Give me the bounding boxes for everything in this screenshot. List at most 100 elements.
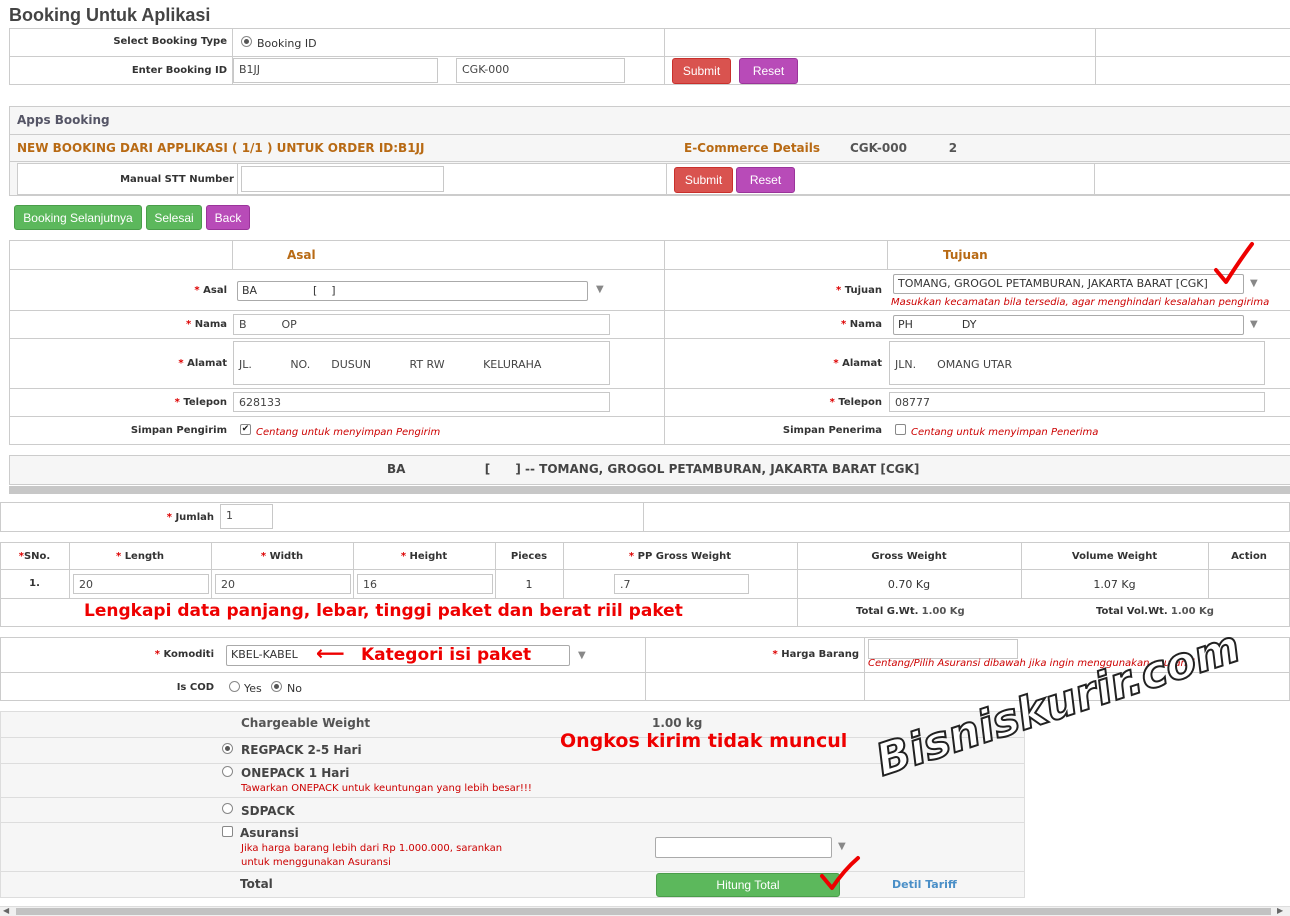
divider (237, 163, 238, 195)
divider (9, 388, 1290, 389)
selesai-button[interactable]: Selesai (146, 205, 202, 230)
divider (1095, 28, 1096, 85)
manual-stt-input[interactable] (241, 166, 444, 192)
cod-no-radio[interactable] (271, 681, 282, 692)
length-input[interactable]: 20 (73, 574, 209, 594)
divider (664, 28, 665, 85)
jumlah-input[interactable]: 1 (220, 504, 273, 529)
tujuan-telepon-label: * Telepon (829, 397, 882, 408)
stt-reset-button[interactable]: Reset (736, 167, 795, 193)
height-input[interactable]: 16 (357, 574, 493, 594)
asal-nama-label: * Nama (185, 319, 227, 330)
asal-label: * Asal (194, 285, 227, 296)
onepack-radio[interactable] (222, 766, 233, 777)
onepack-label: ONEPACK 1 Hari (241, 766, 350, 780)
booking-id-input[interactable]: B1JJ (233, 58, 438, 83)
annotation-ongkos: Ongkos kirim tidak muncul (560, 730, 848, 752)
cod-yes-radio[interactable] (229, 681, 240, 692)
asal-alamat-input[interactable]: JL. NO. DUSUN RT RW KELURAHA (233, 341, 610, 385)
asal-select[interactable]: BA [ ] (237, 281, 588, 301)
asuransi-checkbox[interactable] (222, 826, 233, 837)
asal-nama-input[interactable]: B OP (233, 314, 610, 335)
chevron-down-icon[interactable]: ▼ (578, 650, 586, 661)
divider (864, 637, 865, 701)
tujuan-nama-select[interactable]: PH DY (893, 315, 1244, 335)
scroll-left-arrow-icon[interactable]: ◀ (3, 906, 9, 915)
th-width: * Width (260, 551, 304, 562)
scroll-right-arrow-icon[interactable]: ▶ (1277, 906, 1283, 915)
chevron-down-icon[interactable]: ▼ (838, 841, 846, 852)
route-text: BA [ ] -- TOMANG, GROGOL PETAMBURAN, JAK… (387, 462, 920, 476)
booking-selanjutnya-button[interactable]: Booking Selanjutnya (14, 205, 142, 230)
divider (9, 338, 1290, 339)
asuransi-hint-2: untuk menggunakan Asuransi (241, 857, 391, 868)
harga-barang-input[interactable] (868, 639, 1018, 659)
asuransi-label: Asuransi (240, 826, 299, 840)
detil-tariff-link[interactable]: Detil Tariff (892, 878, 957, 891)
simpan-pengirim-note: Centang untuk menyimpan Pengirim (256, 427, 441, 438)
pieces-value: 1 (525, 578, 533, 591)
scrollbar-thumb[interactable] (16, 908, 1271, 915)
apps-booking-title: Apps Booking (17, 113, 110, 127)
cod-no-label: No (287, 682, 302, 695)
scrollbar-horizontal[interactable] (9, 486, 1290, 494)
tujuan-telepon-input[interactable]: 08777 (889, 392, 1265, 412)
simpan-penerima-checkbox[interactable] (895, 424, 906, 435)
asal-telepon-input[interactable]: 628133 (233, 392, 610, 412)
asal-alamat-label: * Alamat (178, 358, 227, 369)
booking-id-option-label: Booking ID (257, 37, 317, 50)
tujuan-alamat-input[interactable]: JLN. OMANG UTAR (889, 341, 1265, 385)
divider (664, 240, 665, 445)
tujuan-header: Tujuan (943, 248, 988, 262)
divider (643, 502, 644, 532)
chevron-down-icon[interactable]: ▼ (1250, 319, 1258, 330)
komoditi-label: * Komoditi (154, 649, 214, 660)
divider (1094, 163, 1095, 195)
stt-submit-button[interactable]: Submit (674, 167, 733, 193)
hitung-total-button[interactable]: Hitung Total (656, 873, 840, 897)
is-cod-label: Is COD (176, 682, 214, 693)
onepack-hint: Tawarkan ONEPACK untuk keuntungan yang l… (241, 783, 532, 794)
chargeable-weight-value: 1.00 kg (652, 716, 703, 730)
divider (0, 871, 1025, 872)
divider (232, 240, 233, 270)
width-input[interactable]: 20 (215, 574, 351, 594)
reset-button[interactable]: Reset (739, 58, 798, 84)
simpan-penerima-label: Simpan Penerima (782, 425, 882, 436)
asuransi-select[interactable] (655, 837, 832, 858)
simpan-pengirim-checkbox[interactable]: ✔ (240, 424, 251, 435)
booking-id-label: Enter Booking ID (131, 65, 227, 76)
tujuan-select[interactable]: TOMANG, GROGOL PETAMBURAN, JAKARTA BARAT… (893, 274, 1244, 294)
pp-gross-input[interactable]: .7 (614, 574, 749, 594)
sdpack-radio[interactable] (222, 803, 233, 814)
simpan-pengirim-label: Simpan Pengirim (130, 425, 227, 436)
booking-ecom-input[interactable]: CGK-000 (456, 58, 625, 83)
simpan-penerima-note: Centang untuk menyimpan Penerima (911, 427, 1099, 438)
divider (9, 56, 1290, 57)
th-pieces: Pieces (510, 551, 548, 562)
sdpack-label: SDPACK (241, 804, 295, 818)
page-title: Booking Untuk Aplikasi (9, 5, 211, 25)
tujuan-hint: Masukkan kecamatan bila tersedia, agar m… (891, 297, 1270, 308)
row-sno: 1. (29, 578, 40, 589)
total-label: Total (240, 877, 273, 891)
cod-yes-label: Yes (244, 682, 262, 695)
th-volume: Volume Weight (1071, 551, 1158, 562)
chevron-down-icon[interactable]: ▼ (596, 284, 604, 295)
tujuan-nama-label: * Nama (840, 319, 882, 330)
regpack-label: REGPACK 2-5 Hari (241, 743, 362, 757)
th-height: * Height (400, 551, 448, 562)
th-length: * Length (115, 551, 165, 562)
jumlah-label: * Jumlah (166, 512, 214, 523)
regpack-radio[interactable] (222, 743, 233, 754)
divider (9, 161, 1290, 162)
manual-stt-label: Manual STT Number (120, 174, 234, 185)
divider (0, 598, 1290, 599)
checkmark-icon (1214, 242, 1254, 284)
back-button[interactable]: Back (206, 205, 250, 230)
booking-id-radio[interactable] (241, 36, 252, 47)
submit-button[interactable]: Submit (672, 58, 731, 84)
volume-weight-value: 1.07 Kg (1093, 578, 1136, 591)
total-volwt: Total Vol.Wt. 1.00 Kg (1096, 606, 1214, 617)
th-gross: Gross Weight (871, 551, 947, 562)
